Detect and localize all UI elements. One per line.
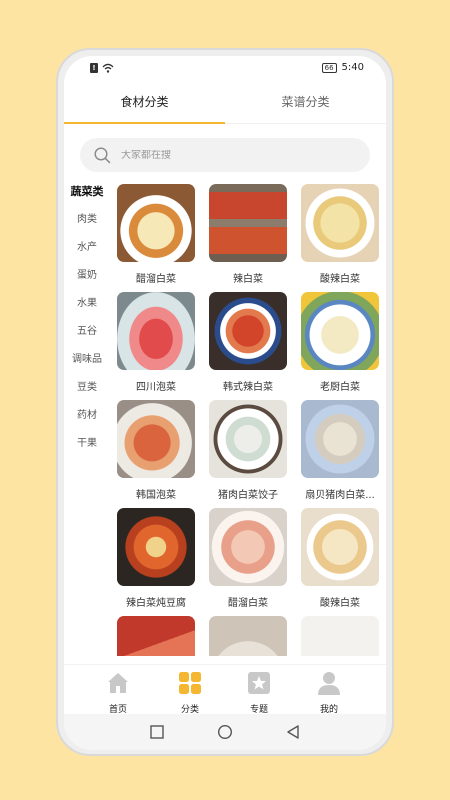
battery-icon: 66 <box>321 62 337 73</box>
recipe-name: 猪肉白菜饺子 <box>218 490 278 501</box>
recipe-photo <box>117 400 195 478</box>
recipe-photo <box>209 616 287 656</box>
tab-ingredient-category[interactable]: 食材分类 <box>64 82 225 124</box>
recipe-photo <box>301 508 379 586</box>
sidebar-item-seasoning[interactable]: 调味品 <box>64 346 110 374</box>
home-icon <box>108 673 128 693</box>
nav-home[interactable]: 首页 <box>98 671 138 715</box>
status-bar: ! 66 5:40 <box>64 56 386 82</box>
sidebar-item-eggs-dairy[interactable]: 蛋奶 <box>64 262 110 290</box>
recipe-name: 醋溜白菜 <box>228 598 268 609</box>
sidebar-item-grains[interactable]: 五谷 <box>64 318 110 346</box>
recipe-card[interactable]: 扇贝猪肉白菜... <box>301 400 379 504</box>
recipe-photo <box>301 292 379 370</box>
recipe-name: 韩国泡菜 <box>136 490 176 501</box>
recipe-card[interactable]: 辣白菜炖豆腐 <box>117 508 195 612</box>
sidebar-item-beans[interactable]: 豆类 <box>64 374 110 402</box>
nav-category[interactable]: 分类 <box>170 671 210 715</box>
recipe-name: 扇贝猪肉白菜... <box>305 490 375 501</box>
recipe-photo <box>209 400 287 478</box>
recipe-card[interactable]: 醋溜白菜 <box>117 184 195 288</box>
search-icon <box>94 146 111 163</box>
sidebar-item-nuts[interactable]: 干果 <box>64 430 110 458</box>
category-tabs: 食材分类 菜谱分类 <box>64 82 386 124</box>
recipe-photo <box>117 616 195 656</box>
recipe-card[interactable] <box>117 616 195 656</box>
topic-icon <box>248 672 270 694</box>
search-input[interactable] <box>121 149 321 161</box>
recipe-card[interactable] <box>301 616 379 656</box>
recipe-card[interactable]: 韩国泡菜 <box>117 400 195 504</box>
recipe-card[interactable]: 酸辣白菜 <box>301 508 379 612</box>
home-circle-icon[interactable] <box>217 724 233 740</box>
recipe-name: 醋溜白菜 <box>136 274 176 285</box>
recipe-card[interactable]: 酸辣白菜 <box>301 184 379 288</box>
sim-alert-icon: ! <box>90 63 98 73</box>
sidebar-item-seafood[interactable]: 水产 <box>64 234 110 262</box>
recipe-name: 辣白菜 <box>233 274 263 285</box>
recipe-grid: 醋溜白菜 辣白菜 酸辣白菜 四川泡菜 韩式辣白菜 老厨白菜 韩国泡菜 猪肉白菜饺… <box>117 184 381 656</box>
recipe-photo <box>301 400 379 478</box>
nav-topics[interactable]: 专题 <box>239 671 279 715</box>
category-icon <box>179 672 201 694</box>
recipe-card[interactable]: 老厨白菜 <box>301 292 379 396</box>
clock: 5:40 <box>341 62 364 73</box>
recipe-photo <box>301 184 379 262</box>
recipe-card[interactable]: 四川泡菜 <box>117 292 195 396</box>
recipe-name: 四川泡菜 <box>136 382 176 393</box>
recipe-photo <box>117 508 195 586</box>
recipe-name: 酸辣白菜 <box>320 274 360 285</box>
back-icon[interactable] <box>285 724 301 740</box>
recent-apps-icon[interactable] <box>149 724 165 740</box>
profile-icon <box>318 672 340 695</box>
recipe-photo <box>209 292 287 370</box>
wifi-icon <box>102 63 114 73</box>
sidebar-item-herbs[interactable]: 药材 <box>64 402 110 430</box>
app-screen: ! 66 5:40 食材分类 菜谱分类 蔬菜类 肉类 水产 蛋奶 水果 五谷 调… <box>64 56 386 750</box>
recipe-photo <box>117 184 195 262</box>
tab-recipe-category[interactable]: 菜谱分类 <box>225 82 386 123</box>
recipe-photo <box>209 184 287 262</box>
recipe-photo <box>301 616 379 656</box>
recipe-photo <box>209 508 287 586</box>
sidebar-item-fruit[interactable]: 水果 <box>64 290 110 318</box>
sidebar-item-meat[interactable]: 肉类 <box>64 206 110 234</box>
recipe-card[interactable] <box>209 616 287 656</box>
recipe-name: 老厨白菜 <box>320 382 360 393</box>
bottom-navigation: 首页 分类 专题 我的 <box>64 664 386 715</box>
recipe-card[interactable]: 韩式辣白菜 <box>209 292 287 396</box>
sidebar: 蔬菜类 肉类 水产 蛋奶 水果 五谷 调味品 豆类 药材 干果 <box>64 178 110 458</box>
recipe-name: 酸辣白菜 <box>320 598 360 609</box>
sidebar-item-vegetables[interactable]: 蔬菜类 <box>64 178 110 206</box>
recipe-card[interactable]: 醋溜白菜 <box>209 508 287 612</box>
recipe-card[interactable]: 辣白菜 <box>209 184 287 288</box>
nav-profile[interactable]: 我的 <box>309 671 349 715</box>
search-bar[interactable] <box>80 138 370 172</box>
system-navigation-bar <box>64 714 386 750</box>
recipe-card[interactable]: 猪肉白菜饺子 <box>209 400 287 504</box>
recipe-name: 韩式辣白菜 <box>223 382 273 393</box>
recipe-name: 辣白菜炖豆腐 <box>126 598 186 609</box>
recipe-photo <box>117 292 195 370</box>
